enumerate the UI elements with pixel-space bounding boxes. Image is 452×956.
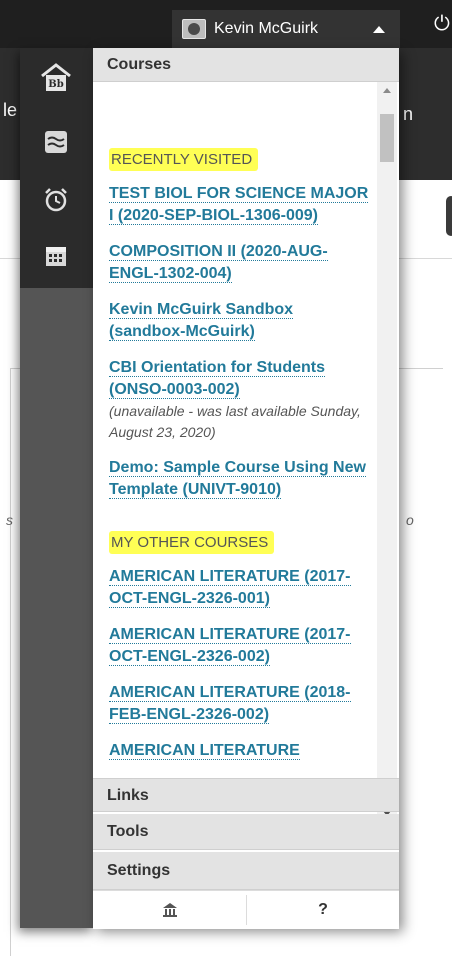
settings-section-header[interactable]: Settings — [93, 852, 399, 890]
links-section-header[interactable]: Links — [93, 778, 399, 812]
course-link[interactable]: COMPOSITION II (2020-AUG-ENGL-1302-004) — [109, 241, 371, 285]
calendar-icon[interactable] — [38, 238, 74, 274]
page-edge-button — [446, 196, 452, 236]
courses-menu-panel: Courses RECENTLY VISITED TEST BIOL FOR S… — [93, 48, 399, 929]
course-list-content: RECENTLY VISITED TEST BIOL FOR SCIENCE M… — [109, 82, 371, 776]
my-other-courses-heading: MY OTHER COURSES — [109, 531, 275, 554]
course-link[interactable]: AMERICAN LITERATURE (2017-OCT-ENGL-2326-… — [109, 624, 371, 668]
stream-icon[interactable] — [38, 124, 74, 160]
scrollbar-thumb[interactable] — [380, 114, 394, 162]
course-link[interactable]: TEST BIOL FOR SCIENCE MAJOR I (2020-SEP-… — [109, 183, 371, 227]
tools-section-header[interactable]: Tools — [93, 814, 399, 850]
global-nav-rail: Bb — [20, 48, 93, 928]
user-menu-toggle[interactable]: Kevin McGuirk — [172, 10, 400, 48]
svg-text:Bb: Bb — [48, 79, 63, 90]
blackboard-home-icon[interactable]: Bb — [38, 60, 74, 96]
page-title-fragment: le — [3, 100, 18, 120]
menu-footer: ? — [93, 890, 399, 929]
scroll-up-arrow-icon[interactable] — [383, 88, 391, 93]
institution-icon[interactable] — [93, 891, 246, 929]
page-text-fragment-left: s — [6, 512, 13, 528]
help-icon: ? — [318, 901, 328, 918]
course-availability-note: (unavailable - was last available Sunday… — [109, 403, 361, 440]
course-link[interactable]: Kevin McGuirk Sandbox (sandbox-McGuirk) — [109, 299, 371, 343]
course-list-scrollbar[interactable] — [377, 82, 397, 822]
course-link[interactable]: CBI Orientation for Students (ONSO-0003-… — [109, 357, 371, 401]
alarm-clock-icon[interactable] — [38, 182, 74, 218]
page-text-fragment-right: o — [406, 512, 414, 528]
course-link[interactable]: AMERICAN LITERATURE (2018-FEB-ENGL-2326-… — [109, 682, 371, 726]
courses-section-header[interactable]: Courses — [93, 48, 399, 82]
course-link[interactable]: AMERICAN LITERATURE (2017-OCT-ENGL-2326-… — [109, 566, 371, 610]
course-link[interactable]: AMERICAN LITERATURE — [109, 740, 371, 762]
page-title-fragment-right: n — [403, 104, 414, 124]
course-link[interactable]: Demo: Sample Course Using New Template (… — [109, 457, 371, 501]
help-button[interactable]: ? — [247, 891, 399, 929]
user-name: Kevin McGuirk — [214, 20, 319, 37]
caret-up-icon — [373, 26, 385, 33]
user-avatar-icon — [182, 19, 206, 39]
recently-visited-heading: RECENTLY VISITED — [109, 148, 259, 171]
logout-icon[interactable]: ⏻ — [434, 14, 452, 36]
course-list[interactable]: RECENTLY VISITED TEST BIOL FOR SCIENCE M… — [93, 82, 377, 822]
